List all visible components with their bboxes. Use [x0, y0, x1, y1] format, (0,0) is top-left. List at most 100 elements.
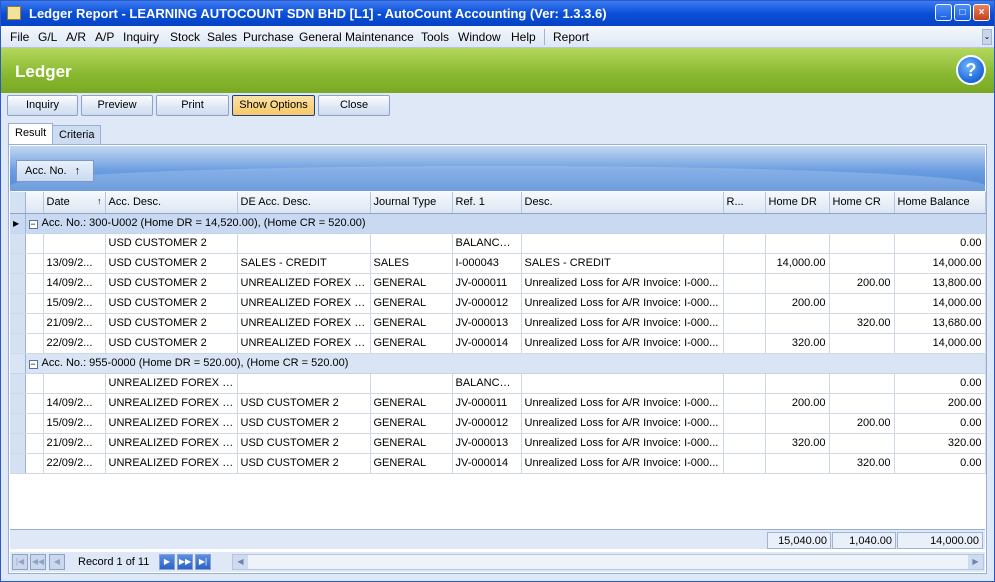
- cell-desc[interactable]: Unrealized Loss for A/R Invoice: I-000..…: [521, 293, 724, 314]
- cell-date[interactable]: 21/09/2...: [43, 313, 106, 334]
- cell-r[interactable]: [723, 253, 766, 274]
- cell-desc[interactable]: [521, 373, 724, 394]
- cell-date[interactable]: 21/09/2...: [43, 433, 106, 454]
- table-row[interactable]: 21/09/2... UNREALIZED FOREX L... USD CUSTO…: [10, 433, 986, 454]
- cell-home-balance[interactable]: 0.00: [894, 373, 986, 394]
- help-icon[interactable]: ?: [956, 55, 986, 85]
- table-row[interactable]: 15/09/2... UNREALIZED FOREX L... USD CUSTO…: [10, 413, 986, 434]
- cell-r[interactable]: [723, 293, 766, 314]
- column-header-desc[interactable]: Desc.: [521, 192, 724, 214]
- collapse-icon[interactable]: −: [28, 360, 38, 369]
- tab-result[interactable]: Result: [8, 123, 54, 145]
- next-page-icon[interactable]: ▶▶: [177, 554, 193, 570]
- menu-gl[interactable]: G/L: [38, 30, 57, 44]
- cell-r[interactable]: [723, 393, 766, 414]
- cell-date[interactable]: 22/09/2...: [43, 333, 106, 354]
- cell-ref-1[interactable]: JV-000011: [452, 393, 522, 414]
- cell-home-balance[interactable]: 320.00: [894, 433, 986, 454]
- cell-ref-1[interactable]: JV-000013: [452, 433, 522, 454]
- horizontal-scrollbar[interactable]: ◀ ▶: [232, 554, 984, 570]
- cell-home-cr[interactable]: 320.00: [829, 453, 895, 474]
- cell-home-cr[interactable]: [829, 293, 895, 314]
- cell-ref-1[interactable]: JV-000014: [452, 453, 522, 474]
- cell-journal-type[interactable]: GENERAL: [370, 273, 453, 294]
- cell-home-balance[interactable]: 0.00: [894, 233, 986, 254]
- cell-acc-desc[interactable]: USD CUSTOMER 2: [105, 273, 238, 294]
- cell-ref-1[interactable]: JV-000014: [452, 333, 522, 354]
- cell-de-acc-desc[interactable]: UNREALIZED FOREX L...: [237, 293, 371, 314]
- cell-r[interactable]: [723, 273, 766, 294]
- cell-home-cr[interactable]: [829, 373, 895, 394]
- group-row[interactable]: − Acc. No.: 955-0000 (Home DR = 520.00), …: [10, 353, 986, 374]
- cell-desc[interactable]: Unrealized Loss for A/R Invoice: I-000..…: [521, 453, 724, 474]
- cell-acc-desc[interactable]: UNREALIZED FOREX L...: [105, 373, 238, 394]
- table-row[interactable]: USD CUSTOMER 2 BALANCE ... 0.00: [10, 233, 986, 254]
- show-options-button[interactable]: Show Options: [232, 95, 315, 116]
- cell-home-cr[interactable]: [829, 433, 895, 454]
- cell-ref-1[interactable]: BALANCE ...: [452, 233, 522, 254]
- cell-r[interactable]: [723, 453, 766, 474]
- minimize-button[interactable]: _: [935, 4, 952, 21]
- cell-journal-type[interactable]: GENERAL: [370, 413, 453, 434]
- first-record-icon[interactable]: |◀: [12, 554, 28, 570]
- cell-acc-desc[interactable]: UNREALIZED FOREX L...: [105, 413, 238, 434]
- column-header-home-dr[interactable]: Home DR: [765, 192, 830, 214]
- menu-report[interactable]: Report: [553, 30, 589, 44]
- cell-desc[interactable]: Unrealized Loss for A/R Invoice: I-000..…: [521, 313, 724, 334]
- cell-r[interactable]: [723, 413, 766, 434]
- close-window-button[interactable]: ×: [973, 4, 990, 21]
- cell-journal-type[interactable]: GENERAL: [370, 293, 453, 314]
- previous-record-icon[interactable]: ◀: [49, 554, 65, 570]
- cell-home-balance[interactable]: 13,800.00: [894, 273, 986, 294]
- cell-acc-desc[interactable]: USD CUSTOMER 2: [105, 293, 238, 314]
- cell-date[interactable]: 15/09/2...: [43, 293, 106, 314]
- cell-acc-desc[interactable]: UNREALIZED FOREX L...: [105, 393, 238, 414]
- cell-acc-desc[interactable]: USD CUSTOMER 2: [105, 253, 238, 274]
- cell-desc[interactable]: [521, 233, 724, 254]
- menu-overflow-icon[interactable]: ⌄: [982, 29, 992, 45]
- cell-home-balance[interactable]: 200.00: [894, 393, 986, 414]
- cell-ref-1[interactable]: JV-000013: [452, 313, 522, 334]
- tab-criteria[interactable]: Criteria: [52, 125, 102, 145]
- menu-inquiry[interactable]: Inquiry: [123, 30, 159, 44]
- cell-home-dr[interactable]: [765, 313, 830, 334]
- cell-desc[interactable]: Unrealized Loss for A/R Invoice: I-000..…: [521, 333, 724, 354]
- close-button[interactable]: Close: [318, 95, 390, 116]
- column-header-home-cr[interactable]: Home CR: [829, 192, 895, 214]
- table-row[interactable]: 21/09/2... USD CUSTOMER 2 UNREALIZED FOREX…: [10, 313, 986, 334]
- table-row[interactable]: 22/09/2... UNREALIZED FOREX L... USD CUSTO…: [10, 453, 986, 474]
- cell-home-cr[interactable]: [829, 253, 895, 274]
- cell-desc[interactable]: Unrealized Loss for A/R Invoice: I-000..…: [521, 413, 724, 434]
- cell-de-acc-desc[interactable]: [237, 233, 371, 254]
- cell-de-acc-desc[interactable]: UNREALIZED FOREX L...: [237, 333, 371, 354]
- menu-file[interactable]: File: [10, 30, 29, 44]
- cell-home-dr[interactable]: 200.00: [765, 393, 830, 414]
- cell-de-acc-desc[interactable]: UNREALIZED FOREX L...: [237, 313, 371, 334]
- cell-date[interactable]: 22/09/2...: [43, 453, 106, 474]
- print-button[interactable]: Print: [156, 95, 229, 116]
- cell-de-acc-desc[interactable]: USD CUSTOMER 2: [237, 393, 371, 414]
- cell-de-acc-desc[interactable]: [237, 373, 371, 394]
- cell-ref-1[interactable]: JV-000012: [452, 293, 522, 314]
- cell-home-cr[interactable]: [829, 333, 895, 354]
- column-header-date[interactable]: Date ↑: [43, 192, 106, 214]
- column-header-home-balance[interactable]: Home Balance: [894, 192, 986, 214]
- cell-home-balance[interactable]: 13,680.00: [894, 313, 986, 334]
- column-header-acc-desc[interactable]: Acc. Desc.: [105, 192, 238, 214]
- table-row[interactable]: 14/09/2... UNREALIZED FOREX L... USD CUSTO…: [10, 393, 986, 414]
- cell-date[interactable]: [43, 233, 106, 254]
- cell-de-acc-desc[interactable]: USD CUSTOMER 2: [237, 453, 371, 474]
- cell-home-cr[interactable]: 200.00: [829, 273, 895, 294]
- group-row[interactable]: ▶ − Acc. No.: 300-U002 (Home DR = 14,520.0…: [10, 213, 986, 234]
- cell-r[interactable]: [723, 313, 766, 334]
- cell-r[interactable]: [723, 433, 766, 454]
- cell-desc[interactable]: Unrealized Loss for A/R Invoice: I-000..…: [521, 273, 724, 294]
- cell-home-cr[interactable]: 200.00: [829, 413, 895, 434]
- cell-de-acc-desc[interactable]: USD CUSTOMER 2: [237, 433, 371, 454]
- cell-date[interactable]: 13/09/2...: [43, 253, 106, 274]
- cell-acc-desc[interactable]: UNREALIZED FOREX L...: [105, 453, 238, 474]
- menu-general-maintenance[interactable]: General Maintenance: [299, 30, 414, 44]
- cell-ref-1[interactable]: JV-000012: [452, 413, 522, 434]
- cell-home-dr[interactable]: [765, 373, 830, 394]
- cell-journal-type[interactable]: SALES: [370, 253, 453, 274]
